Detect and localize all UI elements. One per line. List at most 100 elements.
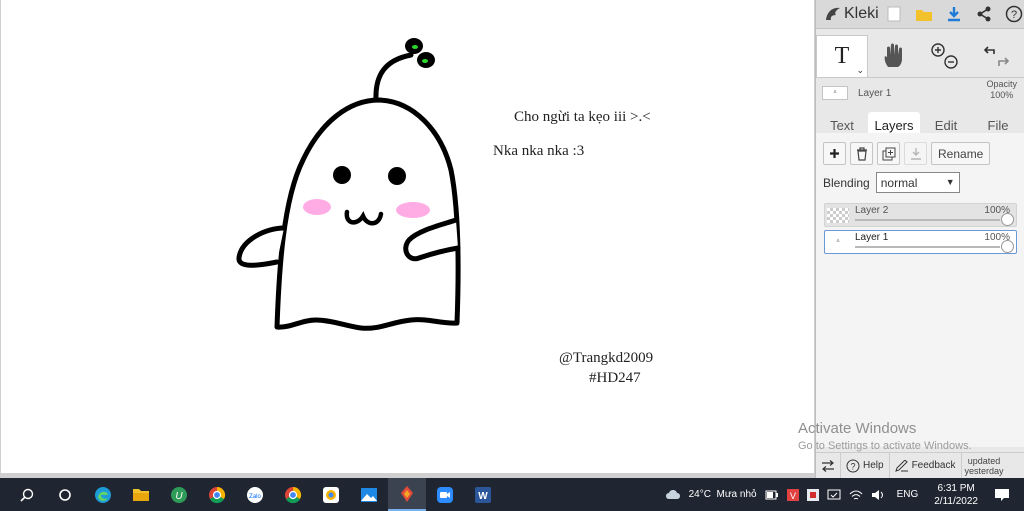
- updated-when: yesterday: [964, 465, 1004, 476]
- current-layer-name: Layer 1: [858, 87, 892, 99]
- clock[interactable]: 6:31 PM 2/11/2022: [926, 482, 986, 508]
- canvas-text-4[interactable]: #HD247: [589, 370, 641, 387]
- zoom-tools: [920, 35, 972, 77]
- canvas-text-1[interactable]: Cho ngừi ta kẹo iii >.<: [514, 109, 651, 126]
- word-icon[interactable]: W: [464, 478, 502, 511]
- svg-text:?: ?: [850, 461, 855, 471]
- canvas-text-3[interactable]: @Trangkd2009: [559, 350, 653, 367]
- updated-label: updated: [967, 455, 1001, 466]
- battery-icon[interactable]: [761, 490, 783, 500]
- notifications-icon[interactable]: [986, 488, 1024, 502]
- svg-text:Zalo: Zalo: [249, 494, 261, 500]
- open-folder-icon[interactable]: [914, 4, 934, 24]
- svg-text:U: U: [175, 491, 183, 502]
- updated-note[interactable]: updated yesterday: [962, 456, 1007, 476]
- language-indicator[interactable]: ENG: [889, 489, 927, 500]
- blending-label: Blending: [823, 175, 870, 190]
- zalo-icon[interactable]: Zalo: [236, 478, 274, 511]
- feedback-label: Feedback: [911, 460, 956, 471]
- slider-knob[interactable]: [1001, 240, 1014, 253]
- kleki-logo-icon: [826, 7, 840, 20]
- volume-icon[interactable]: [867, 489, 889, 501]
- help-label: Help: [863, 460, 884, 471]
- clock-date: 2/11/2022: [934, 495, 978, 507]
- weather-text: 24°C Mưa nhỏ: [688, 489, 757, 500]
- windows-taskbar: U Zalo W 24°C Mưa nhỏ V ENG 6:31 PM 2/11…: [0, 478, 1024, 511]
- help-button[interactable]: ? Help: [841, 452, 890, 479]
- trash-icon: [856, 146, 867, 161]
- chevron-down-icon[interactable]: ⌄: [856, 65, 864, 76]
- canvas-area[interactable]: Cho ngừi ta kẹo iii >.< Nka nka nka :3 @…: [0, 0, 815, 478]
- layer-row-1[interactable]: ᐞ Layer 1 100%: [824, 230, 1017, 254]
- sidebar-bottom-bar: ? Help Feedback updated yesterday: [816, 452, 1024, 479]
- file-explorer-icon[interactable]: [122, 478, 160, 511]
- app-tray-icon[interactable]: [803, 488, 823, 501]
- clock-time: 6:31 PM: [937, 482, 975, 494]
- layer-thumbnail: ᐞ: [827, 235, 849, 250]
- screen-capture-icon[interactable]: [823, 489, 845, 501]
- tool-row: T ⌄: [816, 35, 1024, 78]
- kleki-icon[interactable]: [388, 478, 426, 511]
- zoom-in-icon[interactable]: [931, 43, 945, 57]
- feedback-icon: [894, 459, 908, 472]
- activate-windows-title: Activate Windows: [798, 420, 917, 437]
- duplicate-icon: [882, 147, 895, 160]
- text-tool[interactable]: T ⌄: [816, 35, 868, 77]
- merge-down-icon: [910, 147, 921, 160]
- system-tray: 24°C Mưa nhỏ V ENG 6:31 PM 2/11/2022: [661, 478, 1024, 511]
- wifi-icon[interactable]: [845, 489, 867, 501]
- help-icon: ?: [846, 459, 860, 472]
- layer-opacity[interactable]: Opacity 100%: [986, 79, 1017, 101]
- text-tool-glyph: T: [834, 43, 850, 69]
- layer-name: Layer 1: [855, 232, 889, 243]
- layer-opacity-slider[interactable]: [855, 246, 1000, 248]
- undo-icon[interactable]: [983, 46, 995, 54]
- hand-tool[interactable]: [868, 35, 920, 77]
- swap-icon: [822, 459, 834, 472]
- new-image-icon[interactable]: [884, 4, 904, 24]
- blending-select[interactable]: normal ▼: [875, 172, 960, 193]
- photos-icon[interactable]: [350, 478, 388, 511]
- svg-text:W: W: [478, 491, 488, 502]
- zoom-out-icon[interactable]: [944, 55, 958, 69]
- zoom-icon[interactable]: [426, 478, 464, 511]
- delete-layer-button[interactable]: [850, 142, 873, 165]
- cloud-rain-icon: [665, 489, 680, 499]
- edge-icon[interactable]: [84, 478, 122, 511]
- slider-knob[interactable]: [1001, 213, 1014, 226]
- layer-name: Layer 2: [855, 205, 889, 216]
- hand-icon: [884, 43, 902, 67]
- help-icon[interactable]: ?: [1004, 4, 1024, 24]
- coccoc-icon[interactable]: U: [160, 478, 198, 511]
- current-layer-thumbnail: ᐞ: [822, 86, 848, 100]
- chrome-icon[interactable]: [274, 478, 312, 511]
- vpn-icon[interactable]: V: [783, 488, 803, 501]
- drawing-canvas[interactable]: Cho ngừi ta kẹo iii >.< Nka nka nka :3 @…: [1, 0, 814, 473]
- swap-sides-button[interactable]: [816, 452, 841, 479]
- layer-thumbnail: [827, 208, 849, 223]
- download-icon[interactable]: [944, 4, 964, 24]
- rename-layer-button[interactable]: Rename: [931, 142, 991, 165]
- duplicate-layer-button[interactable]: [877, 142, 900, 165]
- ghost-drawing: [236, 38, 461, 331]
- chevron-down-icon: ▼: [945, 177, 955, 187]
- redo-icon[interactable]: [998, 57, 1010, 66]
- task-view-icon[interactable]: [46, 478, 84, 511]
- share-icon[interactable]: [974, 4, 994, 24]
- kleki-logo[interactable]: Kleki: [816, 5, 884, 23]
- add-layer-button[interactable]: [823, 142, 846, 165]
- search-icon[interactable]: [8, 478, 46, 511]
- opacity-value: 100%: [990, 90, 1014, 100]
- merge-layer-button[interactable]: [904, 142, 927, 165]
- layer-row-2[interactable]: Layer 2 100%: [824, 203, 1017, 227]
- opacity-label: Opacity: [986, 79, 1017, 89]
- weather[interactable]: 24°C Mưa nhỏ: [661, 488, 761, 502]
- chrome-icon[interactable]: [198, 478, 236, 511]
- feedback-button[interactable]: Feedback: [890, 452, 962, 479]
- kleki-sidebar: Kleki ? T ⌄ ᐞ Layer 1 Opacity 100% Text …: [815, 0, 1024, 479]
- layer-opacity-slider[interactable]: [855, 219, 1000, 221]
- undo-redo: [972, 35, 1024, 77]
- canvas-text-2[interactable]: Nka nka nka :3: [493, 143, 584, 160]
- chrome-canary-icon[interactable]: [312, 478, 350, 511]
- sidebar-topbar: Kleki ?: [816, 0, 1024, 29]
